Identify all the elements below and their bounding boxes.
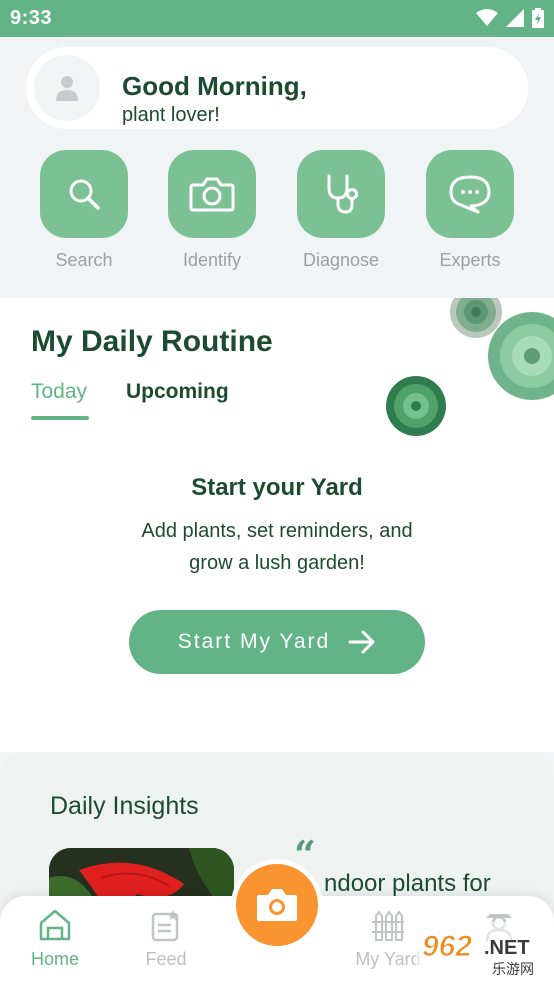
home-icon [39,909,71,941]
avatar[interactable] [34,55,100,121]
nav-home-label: Home [30,949,79,969]
tab-upcoming[interactable]: Upcoming [126,380,229,404]
start-my-yard-label: Start My Yard [177,630,331,653]
diagnose-action[interactable]: Diagnose [297,150,385,271]
search-label: Search [55,250,113,270]
status-bar: 9:33 [0,0,554,37]
succulent-small-top [450,298,502,338]
tab-today[interactable]: Today [31,380,87,404]
nav-home[interactable]: Home [10,908,100,970]
header-area: Good Morning, plant lover! Search Identi… [0,37,554,298]
watermark-logo: 962 .NET 乐游网 [416,922,554,978]
succulent-decoration [386,298,554,436]
wifi-icon [476,9,498,26]
status-icons [476,8,544,28]
svg-text:乐游网: 乐游网 [492,962,534,978]
daily-routine-section: My Daily Routine Today Upcoming Start yo… [0,298,554,752]
greeting-card[interactable]: Good Morning, plant lover! [26,47,528,129]
search-action[interactable]: Search [40,150,128,271]
insight-headline[interactable]: ndoor plants for [324,870,491,898]
search-icon [69,179,100,210]
experts-action[interactable]: Experts [426,150,514,271]
fence-icon [372,910,404,941]
identify-label: Identify [182,250,242,270]
tab-active-indicator [31,416,89,420]
experts-tile[interactable] [426,150,514,238]
identify-tile[interactable] [168,150,256,238]
succulent-small [386,376,446,436]
status-time: 9:33 [10,7,53,29]
nav-feed[interactable]: Feed [121,908,211,970]
empty-state-title: Start your Yard [191,474,363,501]
feed-icon [151,910,179,942]
camera-icon [189,177,235,212]
identify-action[interactable]: Identify [168,150,256,271]
user-icon [56,76,78,101]
search-tile[interactable] [40,150,128,238]
insights-title: Daily Insights [50,792,199,820]
experts-label: Experts [439,250,501,270]
svg-text:.NET: .NET [484,937,530,959]
start-my-yard-button[interactable]: Start My Yard [129,610,425,674]
chat-bubble-icon [449,175,491,214]
arrow-right-icon [348,630,375,654]
diagnose-tile[interactable] [297,150,385,238]
signal-icon [506,9,524,27]
greeting-subtitle: plant lover! [122,104,220,126]
camera-icon [257,889,297,921]
routine-title: My Daily Routine [31,325,273,358]
nav-feed-label: Feed [145,949,187,969]
quick-actions: Search Identify Diagnose Experts [0,150,554,280]
stethoscope-icon [327,174,358,214]
greeting-title: Good Morning, [122,71,307,101]
battery-icon [532,8,544,28]
camera-fab-button[interactable] [231,859,323,951]
svg-text:962: 962 [422,930,472,963]
diagnose-label: Diagnose [302,250,380,270]
empty-state-description: Add plants, set reminders, and grow a lu… [141,520,413,574]
